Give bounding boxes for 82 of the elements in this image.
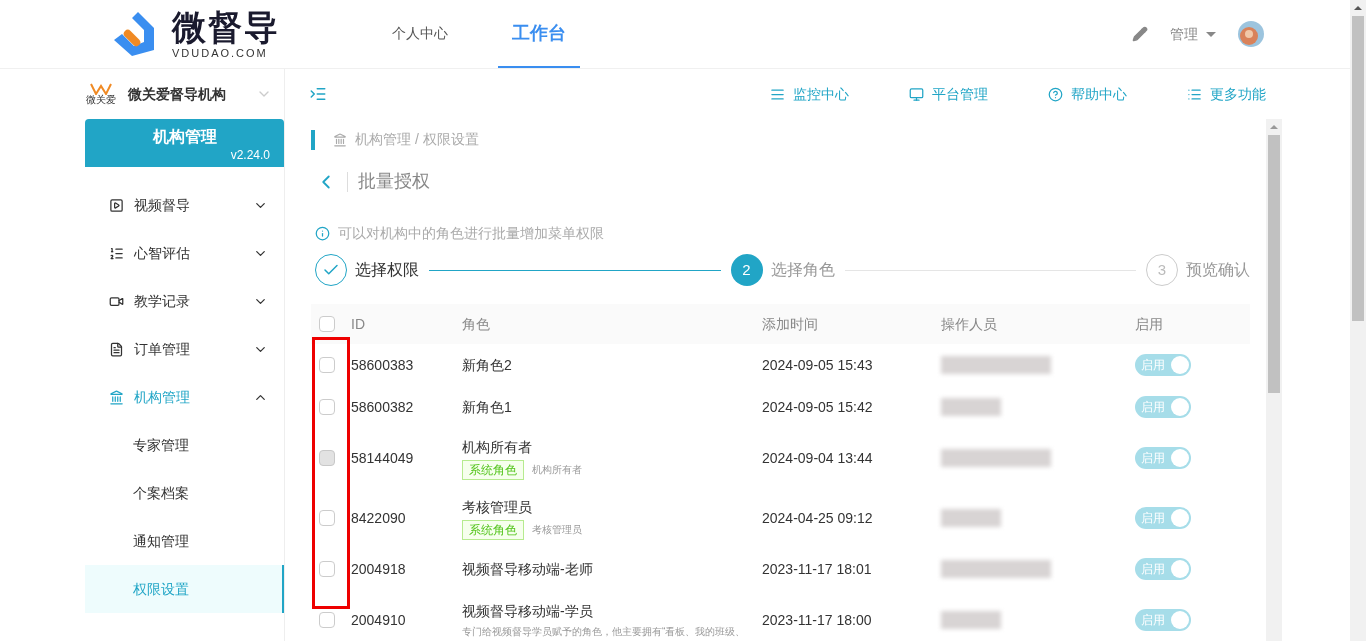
play-icon [109,197,124,213]
table-cell-text: 2024-04-25 09:12 [762,508,874,528]
info-icon [315,226,330,241]
table-cell-text: 2023-11-17 18:00 [762,610,873,630]
column-header: 角色 [462,314,491,334]
sidebar-subitem[interactable]: 专家管理 [85,421,284,469]
sidebar-subitem[interactable]: 个案档案 [85,469,284,517]
step-label: 选择权限 [355,260,419,280]
logo-domain: VDUDAO.COM [172,47,269,59]
version-label: v2.24.0 [230,149,270,161]
step-label: 预览确认 [1186,260,1250,280]
breadcrumb: 机构管理 / 权限设置 [355,130,479,149]
role-tag: 系统角色 [462,519,524,540]
column-header: 启用 [1135,314,1164,334]
role-name: 视频督导移动端-老师 [462,559,594,579]
page-title: 批量授权 [358,170,430,193]
role-note: 机构所有者 [532,463,582,477]
table-cell-text: 2004910 [351,610,407,630]
checkbox[interactable] [319,316,335,332]
checkbox[interactable] [319,612,335,628]
redacted-name [941,611,1001,629]
sidebar-item[interactable]: 教学记录 [85,277,284,325]
checkbox[interactable] [319,399,335,415]
column-header: 添加时间 [762,314,819,334]
page-scrollbar[interactable] [1350,0,1366,641]
redacted-name [941,509,1001,527]
collapse-menu-icon[interactable] [309,85,327,103]
table-cell-text: 2004918 [351,559,407,579]
org-logo-icon [90,83,112,95]
sidebar-subitem[interactable]: 通知管理 [85,517,284,565]
nav-tab[interactable]: 工作台 [498,0,580,68]
sidebar-subitem[interactable]: 权限设置 [85,565,284,613]
sidebar-item[interactable]: 视频督导 [85,181,284,229]
list-icon [1187,86,1202,102]
table-cell-text: 58600383 [351,355,415,375]
table-cell-text: 2023-11-17 18:01 [762,559,873,579]
help-icon [1048,86,1063,102]
bank-icon [109,389,124,405]
caret-icon [1206,31,1216,37]
sidebar-item[interactable]: 订单管理 [85,325,284,373]
sidebar-item[interactable]: 机构管理 [85,373,284,421]
scrollbar[interactable] [1266,119,1282,641]
user-menu[interactable]: 管理 [1170,23,1216,45]
toolbar-link[interactable]: 监控中心 [770,83,849,105]
logo-name: 微督导 [172,9,280,44]
table-cell-text: 8422090 [351,508,407,528]
toolbar-link[interactable]: 帮助中心 [1048,83,1127,105]
role-name: 机构所有者 [462,437,533,457]
role-description: 专门给视频督导学员赋予的角色，他主要拥有“看板、我的班级、 [462,625,747,639]
role-name: 新角色2 [462,355,513,375]
column-header: 操作人员 [941,314,998,334]
list-icon [109,245,124,261]
avatar[interactable] [1238,21,1264,47]
monitor-icon [909,86,924,102]
role-tag: 系统角色 [462,459,524,480]
checkbox[interactable] [319,561,335,577]
table-cell-text: 58600382 [351,397,415,417]
bank-icon [333,132,347,147]
step-label: 选择角色 [770,260,835,280]
role-note: 考核管理员 [532,523,582,537]
table-cell-text: 58144049 [351,448,415,468]
info-text: 可以对机构中的角色进行批量增加菜单权限 [338,224,604,243]
edit-icon[interactable] [1132,26,1148,42]
role-name: 考核管理员 [462,497,533,517]
document-icon [109,341,124,357]
role-name: 新角色1 [462,397,513,417]
sidebar-title: 机构管理 [151,127,218,147]
checkbox[interactable] [319,510,335,526]
redacted-name [941,398,1001,416]
org-name: 微关爱督导机构 [128,84,226,104]
table-cell-text: 2024-09-04 13:44 [762,448,874,468]
lines-icon [770,86,785,102]
table-cell-text: 2024-09-05 15:43 [762,355,874,375]
toolbar-link[interactable]: 更多功能 [1187,83,1266,105]
sidebar-item[interactable]: 心智评估 [85,229,284,277]
role-name: 视频督导移动端-学员 [462,602,594,621]
table-cell-text: 2024-09-05 15:42 [762,397,874,417]
checkbox[interactable] [319,357,335,373]
column-header: ID [351,314,366,334]
toolbar-link[interactable]: 平台管理 [909,83,988,105]
nav-tab[interactable]: 个人中心 [378,0,462,68]
org-logo-text: 微关爱 [86,95,116,105]
